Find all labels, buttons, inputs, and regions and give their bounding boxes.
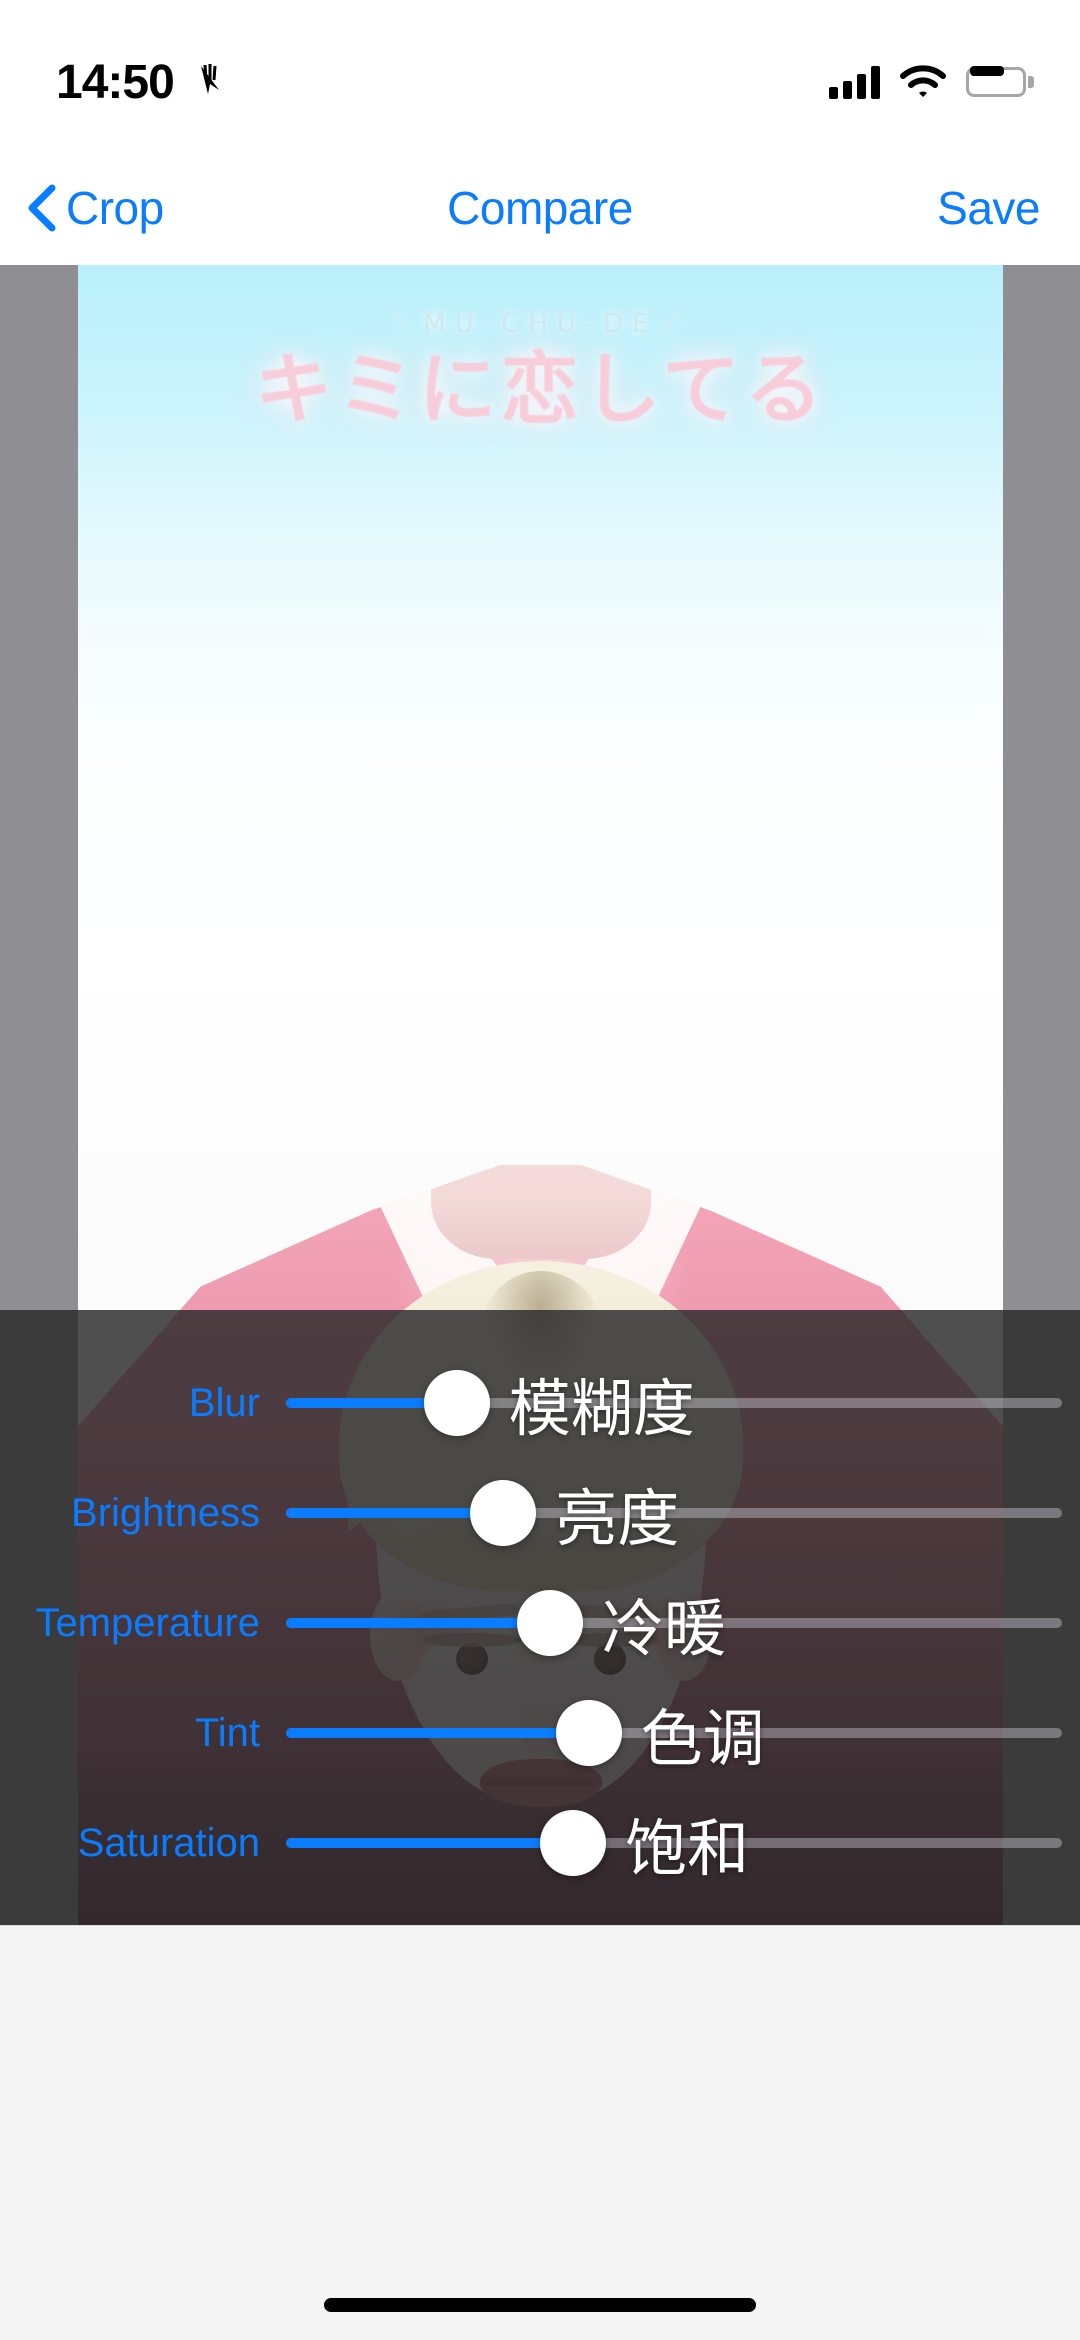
poster-title: キミに恋してる	[254, 345, 827, 435]
cellular-signal-icon	[829, 65, 880, 99]
slider-saturation[interactable]: 饱和	[286, 1788, 1062, 1898]
slider-fill	[286, 1838, 574, 1848]
slider-row-tint: Tint 色调	[0, 1678, 1080, 1788]
slider-thumb-saturation[interactable]	[540, 1810, 607, 1876]
phone-screen: 14:50 Crop Compare Save ＼MU-CHU-DE／ キミに恋…	[0, 0, 1080, 2340]
slider-temperature[interactable]: 冷暖	[286, 1568, 1062, 1678]
adjust-panel: Blur 模糊度 Brightness 亮度 Temperature 冷暖 Tint 色调 Sa…	[0, 1310, 1080, 1925]
status-bar-right	[829, 51, 1034, 99]
status-bar-clock: 14:50	[56, 55, 175, 109]
slider-label-temperature: Temperature	[35, 1600, 260, 1645]
navigation-bar: Crop Compare Save	[0, 150, 1080, 265]
slider-blur[interactable]: 模糊度	[286, 1348, 1062, 1458]
slider-tint[interactable]: 色调	[286, 1678, 1062, 1788]
home-indicator[interactable]	[324, 2298, 756, 2312]
slider-thumb-blur[interactable]	[423, 1370, 490, 1436]
slider-label-brightness: Brightness	[71, 1490, 260, 1535]
slider-fill	[286, 1728, 589, 1738]
location-arrow-icon	[188, 60, 232, 104]
slider-row-blur: Blur 模糊度	[0, 1348, 1080, 1458]
slider-row-temperature: Temperature 冷暖	[0, 1568, 1080, 1678]
slider-list: Blur 模糊度 Brightness 亮度 Temperature 冷暖 Tint 色调 Sa…	[0, 1310, 1080, 1925]
slider-label-tint: Tint	[194, 1710, 260, 1755]
battery-icon	[966, 66, 1034, 97]
slider-brightness[interactable]: 亮度	[286, 1458, 1062, 1568]
slider-fill	[286, 1618, 550, 1628]
slider-thumb-temperature[interactable]	[516, 1590, 583, 1656]
slider-label-saturation: Saturation	[77, 1820, 260, 1865]
slider-thumb-tint[interactable]	[555, 1700, 622, 1766]
slider-row-saturation: Saturation 饱和	[0, 1788, 1080, 1898]
status-bar-left: 14:50	[56, 41, 232, 110]
wifi-icon	[900, 65, 946, 99]
slider-label-blur: Blur	[188, 1380, 260, 1425]
slider-thumb-brightness[interactable]	[470, 1480, 537, 1546]
slider-row-brightness: Brightness 亮度	[0, 1458, 1080, 1568]
save-button[interactable]: Save	[937, 181, 1040, 235]
status-bar: 14:50	[0, 0, 1080, 150]
bottom-area	[0, 1925, 1080, 2340]
compare-button[interactable]: Compare	[0, 181, 1080, 235]
neck	[430, 1165, 651, 1259]
